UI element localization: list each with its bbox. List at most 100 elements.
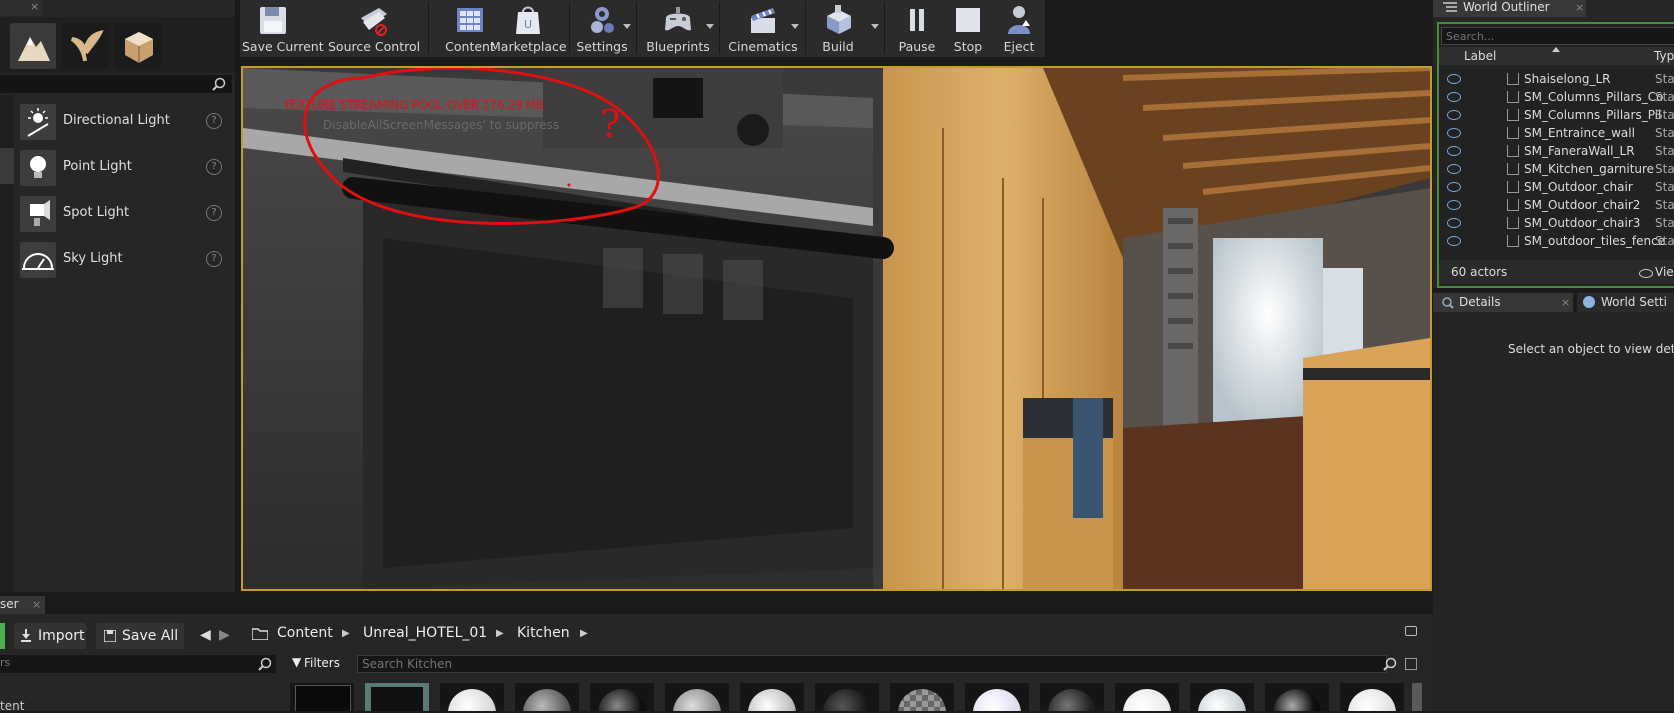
place-item-label: Directional Light [63, 113, 170, 128]
visibility-eye-icon[interactable] [1447, 200, 1461, 210]
breadcrumb-unreal-hotel[interactable]: Unreal_HOTEL_01 [363, 625, 487, 641]
blueprints-button[interactable]: Blueprints [640, 0, 716, 57]
asset-thumbnail[interactable] [890, 683, 954, 711]
visibility-eye-icon[interactable] [1447, 128, 1461, 138]
save-search-icon[interactable] [1405, 658, 1417, 670]
outliner-row[interactable]: SM_Outdoor_chair2 Stat [1439, 196, 1674, 214]
asset-search-input[interactable] [357, 655, 1387, 673]
asset-thumbnail[interactable] [815, 683, 879, 711]
asset-thumbnail[interactable] [1115, 683, 1179, 711]
world-outliner-tab[interactable]: World Outliner × [1433, 0, 1586, 17]
build-dropdown-icon[interactable] [871, 24, 879, 29]
actor-type: Stat [1655, 126, 1674, 140]
place-item-point-light[interactable]: Point Light ? [0, 146, 232, 192]
modes-panel: × Directional Light ? Point Light ? Spot… [0, 0, 235, 592]
sort-ascending-icon[interactable] [1552, 47, 1560, 52]
outliner-row[interactable]: SM_Outdoor_chair Stat [1439, 178, 1674, 196]
breadcrumb-separator-icon[interactable]: ▶ [580, 628, 588, 639]
asset-thumbnail[interactable] [365, 683, 429, 711]
details-tab[interactable]: Details × [1433, 293, 1573, 312]
outliner-row[interactable]: SM_Entraince_wall Stat [1439, 124, 1674, 142]
asset-thumbnail[interactable] [665, 683, 729, 711]
eject-button[interactable]: Eject [994, 0, 1044, 57]
place-item-spot-light[interactable]: Spot Light ? [0, 192, 232, 238]
asset-thumbnail[interactable] [290, 683, 354, 711]
outliner-row[interactable]: SM_Columns_Pillars_PilStat [1439, 106, 1674, 124]
level-viewport[interactable]: TEXTURE STREAMING POOL OVER 176.29 MB Di… [241, 66, 1432, 591]
visibility-eye-icon[interactable] [1447, 218, 1461, 228]
place-item-directional-light[interactable]: Directional Light ? [0, 100, 232, 146]
outliner-row[interactable]: SM_Columns_Pillars_CoStat [1439, 88, 1674, 106]
static-mesh-icon [1507, 73, 1519, 85]
pause-button[interactable]: Pause [892, 0, 942, 57]
label-column-header[interactable]: Label [1464, 49, 1496, 63]
close-icon[interactable]: × [30, 0, 39, 13]
visibility-eye-icon[interactable] [1447, 146, 1461, 156]
place-item-label: Sky Light [63, 251, 123, 266]
breadcrumb-separator-icon[interactable]: ▶ [342, 628, 350, 639]
asset-thumbnail[interactable] [740, 683, 804, 711]
asset-scrollbar[interactable] [1412, 683, 1422, 711]
eject-label: Eject [1003, 39, 1035, 54]
asset-thumbnail[interactable] [440, 683, 504, 711]
build-button[interactable]: Build [808, 0, 868, 57]
help-icon[interactable]: ? [206, 113, 222, 129]
outliner-row[interactable]: SM_Kitchen_garnitureStat [1439, 160, 1674, 178]
asset-thumbnail[interactable] [1040, 683, 1104, 711]
type-column-header[interactable]: Typ [1654, 49, 1674, 63]
visibility-eye-icon[interactable] [1447, 182, 1461, 192]
modes-tab[interactable]: × [0, 0, 42, 16]
asset-thumbnail[interactable] [590, 683, 654, 711]
save-all-button[interactable]: Save All [96, 623, 184, 649]
filters-button[interactable]: ▼ Filters [290, 655, 354, 673]
foliage-mode-icon[interactable] [62, 23, 108, 69]
geometry-mode-icon[interactable] [115, 23, 161, 69]
visibility-eye-icon[interactable] [1447, 164, 1461, 174]
save-current-button[interactable]: Save Current [242, 0, 324, 57]
paths-search-input[interactable]: rs [0, 655, 276, 673]
close-icon[interactable]: × [1561, 296, 1570, 309]
outliner-row[interactable]: SM_FaneraWall_LR Stat [1439, 142, 1674, 160]
stop-button[interactable]: Stop [943, 0, 993, 57]
outliner-row[interactable]: SM_outdoor_tiles_fenceStat [1439, 232, 1674, 250]
outliner-row[interactable]: Shaiselong_LR Stat [1439, 70, 1674, 88]
outliner-search-input[interactable] [1441, 27, 1674, 45]
marketplace-button[interactable]: U Marketplace [490, 0, 567, 57]
place-search-input[interactable] [0, 75, 232, 93]
world-settings-tab[interactable]: World Setti [1577, 293, 1674, 312]
settings-dropdown-icon[interactable] [623, 24, 631, 29]
help-icon[interactable]: ? [206, 251, 222, 267]
outliner-row[interactable]: SM_Outdoor_chair3 Stat [1439, 214, 1674, 232]
back-arrow-icon[interactable]: ◀ [200, 627, 211, 643]
close-icon[interactable]: × [32, 598, 41, 611]
asset-thumbnail[interactable] [515, 683, 579, 711]
source-control-button[interactable]: Source Control [328, 0, 420, 57]
breadcrumb-kitchen[interactable]: Kitchen [517, 625, 570, 641]
cinematics-dropdown-icon[interactable] [791, 24, 799, 29]
asset-thumbnail[interactable] [1190, 683, 1254, 711]
place-item-sky-light[interactable]: Sky Light ? [0, 238, 232, 284]
import-button[interactable]: Import [14, 623, 86, 649]
visibility-eye-icon[interactable] [1447, 74, 1461, 84]
forward-arrow-icon[interactable]: ▶ [219, 627, 230, 643]
add-new-button[interactable] [0, 623, 5, 649]
visibility-eye-icon[interactable] [1447, 236, 1461, 246]
help-icon[interactable]: ? [206, 159, 222, 175]
asset-thumbnail[interactable] [1265, 683, 1329, 711]
asset-thumbnail[interactable] [1340, 683, 1404, 711]
blueprints-dropdown-icon[interactable] [706, 24, 714, 29]
import-label: Import [38, 628, 85, 644]
help-icon[interactable]: ? [206, 205, 222, 221]
visibility-eye-icon[interactable] [1447, 92, 1461, 102]
content-browser-tab[interactable]: ser × [0, 596, 45, 614]
asset-thumbnail[interactable] [965, 683, 1029, 711]
close-icon[interactable]: × [1575, 1, 1584, 14]
view-options-button[interactable]: Vie [1655, 265, 1674, 279]
visibility-eye-icon[interactable] [1447, 110, 1461, 120]
breadcrumb-separator-icon[interactable]: ▶ [496, 628, 504, 639]
breadcrumb-content[interactable]: Content [277, 625, 333, 641]
pause-icon [910, 9, 924, 31]
place-mode-icon[interactable] [10, 23, 56, 69]
lock-icon[interactable] [1405, 626, 1417, 636]
outliner-icon [1443, 2, 1457, 12]
